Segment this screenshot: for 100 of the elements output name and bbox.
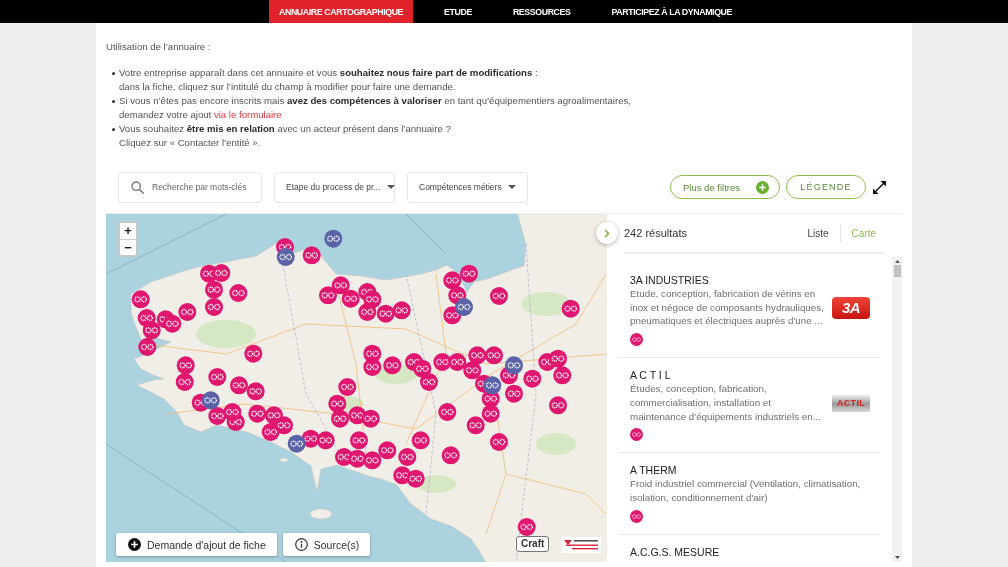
map-marker-icon[interactable]	[212, 264, 231, 282]
map-marker-icon[interactable]	[175, 373, 194, 391]
caret-up-icon[interactable]	[894, 260, 900, 263]
map-marker-icon[interactable]	[420, 373, 438, 391]
gears-icon	[630, 509, 643, 523]
map-marker-icon[interactable]	[490, 433, 508, 451]
result-item[interactable]: 3A INDUSTRIES Etude, conception, fabrication de vérins en inox et négoce de composants hydrauliques, pneumatiques et électriques auprès d'une ... 3A	[619, 263, 880, 359]
map-marker-icon[interactable]	[138, 338, 157, 356]
dropdown[interactable]: Compétences métiers	[407, 171, 528, 203]
map-marker-icon[interactable]	[561, 299, 580, 318]
search-icon	[131, 180, 144, 194]
map-marker-icon[interactable]	[319, 286, 337, 305]
map-marker-icon[interactable]	[363, 358, 382, 376]
map-marker-icon[interactable]	[438, 403, 457, 421]
result-item[interactable]: A THERM Froid industriel commercial (Ventilation, climatisation, isolation, conditionnement d'air)	[619, 453, 880, 535]
map-marker-icon[interactable]	[460, 264, 478, 283]
map-marker-icon[interactable]	[392, 301, 411, 320]
map-marker-icon[interactable]	[406, 469, 425, 488]
map-marker-icon[interactable]	[553, 366, 572, 385]
instruction-text: Votre entreprise apparaît dans cet annuaire et vous souhaitez nous faire part de modifications : dans la fiche, cliquez sur l’intitulé du champ à modifier pour faire une demande.	[119, 66, 538, 94]
result-item[interactable]: A C T I L Études, conception, fabrication, commercialisation, installation et maintenance d'équipements industriels en... ACTIL	[619, 358, 880, 454]
map-marker-icon[interactable]	[208, 368, 227, 386]
map-marker-icon[interactable]	[261, 423, 280, 441]
map-marker-icon[interactable]	[229, 284, 248, 302]
scrollbar-thumb[interactable]	[893, 265, 901, 277]
map-marker-icon[interactable]	[483, 376, 502, 395]
more-filters-button[interactable]: Plus de filtres	[670, 175, 780, 199]
map-marker-icon[interactable]	[398, 448, 417, 466]
map-marker-icon[interactable]	[246, 382, 265, 401]
map-marker-icon[interactable]	[441, 446, 460, 465]
scrollbar[interactable]	[892, 257, 902, 562]
map-marker-icon[interactable]	[490, 287, 508, 305]
map-marker-icon[interactable]	[468, 346, 487, 365]
company-name: A THERM	[630, 463, 678, 478]
map-marker-icon[interactable]	[517, 518, 536, 536]
map-marker-icon[interactable]	[348, 449, 367, 468]
map-marker-icon[interactable]	[358, 303, 377, 321]
map-marker-icon[interactable]	[248, 404, 267, 423]
bullet-icon	[112, 128, 115, 131]
map-marker-icon[interactable]	[302, 246, 321, 265]
add-entry-button[interactable]: Demande d'ajout de fiche	[116, 533, 277, 556]
plus-circle-icon	[756, 180, 769, 194]
map-marker-icon[interactable]	[383, 356, 402, 375]
map-marker-icon[interactable]	[276, 248, 295, 266]
map-marker-icon[interactable]	[131, 290, 150, 309]
map-marker-icon[interactable]	[230, 376, 248, 395]
map-marker-icon[interactable]	[328, 394, 347, 413]
plus-circle-icon	[128, 538, 141, 551]
map-marker-icon[interactable]	[549, 396, 567, 415]
map-marker-icon[interactable]	[331, 409, 349, 428]
map-marker-icon[interactable]	[201, 391, 220, 410]
nav-tab[interactable]: ANNUAIRE CARTOGRAPHIQUE	[269, 0, 414, 23]
map-marker-icon[interactable]	[433, 353, 452, 371]
map-marker-icon[interactable]	[376, 304, 395, 323]
dropdown[interactable]: Etape du process de pr...	[274, 171, 395, 203]
expand-icon[interactable]	[873, 180, 886, 194]
map-marker-icon[interactable]	[324, 229, 343, 248]
view-tab[interactable]: Liste	[796, 227, 840, 239]
map-marker-icon[interactable]	[363, 451, 382, 470]
map-marker-icon[interactable]	[378, 441, 397, 460]
result-item[interactable]: A.C.G.S. MESURE	[619, 534, 880, 562]
map-marker-icon[interactable]	[223, 403, 242, 421]
map-marker-icon[interactable]	[505, 384, 523, 403]
map-marker-icon[interactable]	[361, 409, 380, 428]
map-marker-icon[interactable]	[287, 434, 306, 453]
map-marker-icon[interactable]	[178, 303, 197, 321]
map-marker-icon[interactable]	[275, 416, 293, 435]
nav-tab[interactable]: PARTICIPEZ À LA DYNAMIQUE	[601, 0, 742, 23]
map-marker-icon[interactable]	[485, 346, 503, 365]
map-marker-icon[interactable]	[455, 298, 473, 316]
map-marker-icon[interactable]	[244, 344, 263, 363]
bullet-icon	[112, 100, 115, 103]
instruction-text: Si vous n’êtes pas encore inscrits mais avez des compétences à valoriser en tant qu’équipementiers agroalimentaires, demandez votre ajout via le formulaire	[119, 94, 631, 122]
map-marker-icon[interactable]	[176, 356, 195, 375]
sources-button[interactable]: Source(s)	[282, 533, 371, 556]
nav-tab[interactable]: RESSOURCES	[502, 0, 581, 23]
map-marker-icon[interactable]	[316, 431, 335, 450]
map-marker-icon[interactable]	[205, 298, 223, 316]
map-marker-icon[interactable]	[350, 431, 368, 450]
map-marker-icon[interactable]	[443, 271, 462, 290]
map-marker-icon[interactable]	[523, 369, 542, 388]
form-link[interactable]: via le formulaire	[213, 109, 282, 120]
map-marker-icon[interactable]	[142, 321, 161, 340]
map-marker-icon[interactable]	[163, 314, 182, 333]
zoom-out-button[interactable]: −	[120, 239, 136, 255]
map-marker-icon[interactable]	[341, 289, 360, 308]
map-marker-icon[interactable]	[205, 280, 223, 299]
caret-down-icon[interactable]	[894, 556, 900, 559]
nav-tab[interactable]: ETUDE	[434, 0, 482, 23]
map-marker-icon[interactable]	[505, 356, 523, 375]
map-marker-icon[interactable]	[338, 378, 357, 396]
map-marker-icon[interactable]	[549, 349, 567, 368]
map-marker-icon[interactable]	[448, 353, 467, 371]
company-name: A C T I L	[630, 368, 672, 383]
search-field[interactable]: Recherche par mots-clés	[118, 171, 262, 203]
map-marker-icon[interactable]	[466, 416, 485, 435]
map-marker-icon[interactable]	[411, 431, 430, 450]
legend-button[interactable]: LÉGENDE	[786, 175, 866, 199]
company-description: Etude, conception, fabrication de vérins en inox et négoce de composants hydrauliques, pneumatiques et électriques auprès d'une ...	[630, 287, 824, 329]
map-marker-icon[interactable]	[481, 404, 500, 423]
